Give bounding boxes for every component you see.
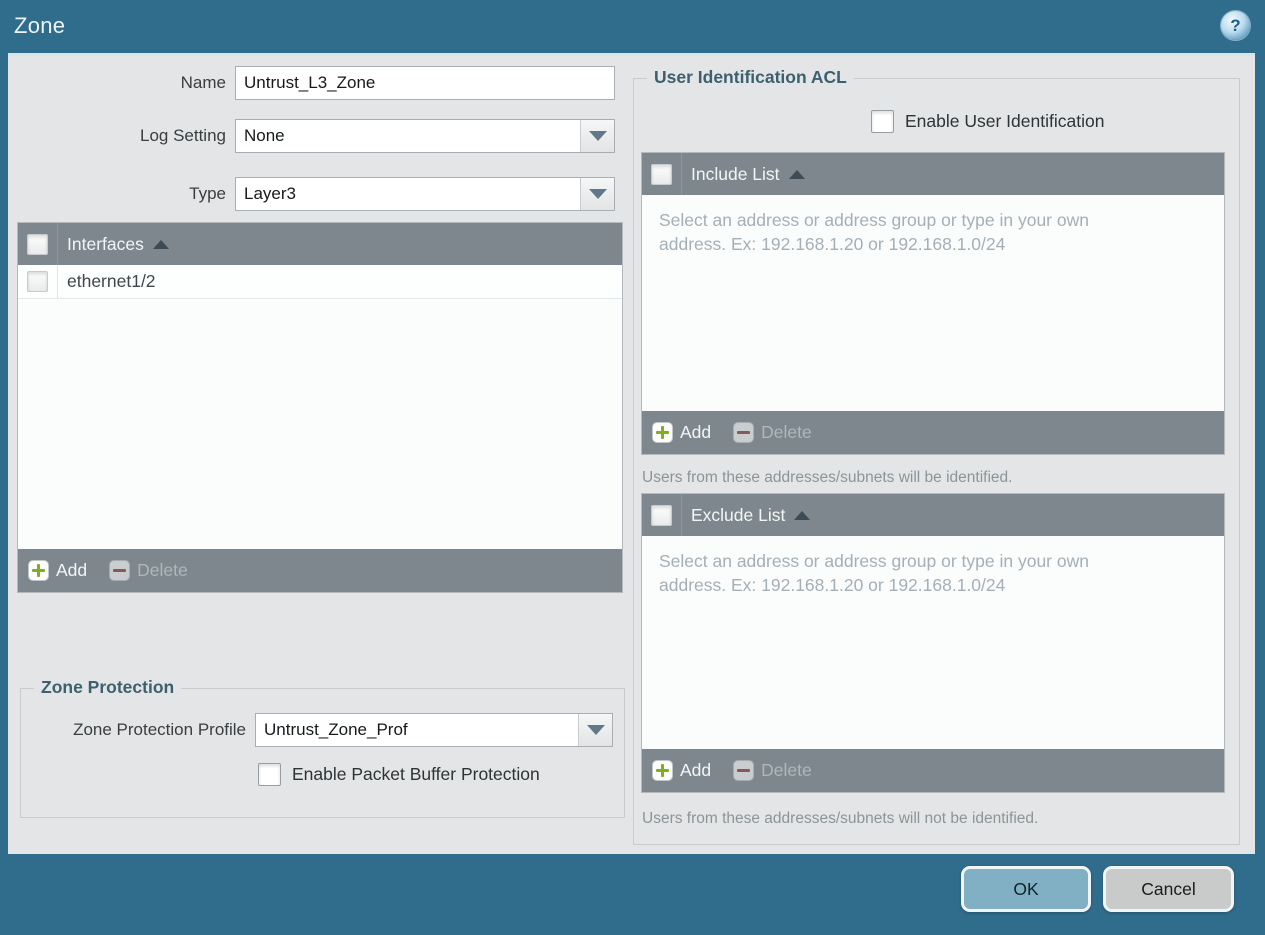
interfaces-table-body: ethernet1/2 xyxy=(18,265,622,549)
user-identification-group: User Identification ACL Enable User Iden… xyxy=(633,67,1240,845)
plus-icon xyxy=(28,560,49,581)
zone-protection-profile-dropdown-button[interactable] xyxy=(578,714,612,746)
packet-buffer-checkbox[interactable] xyxy=(258,763,281,786)
cancel-button[interactable]: Cancel xyxy=(1103,866,1234,912)
log-setting-row: Log Setting None xyxy=(8,119,615,153)
include-select-all-checkbox[interactable] xyxy=(651,163,672,185)
zone-protection-legend: Zone Protection xyxy=(34,677,182,698)
exclude-list-placeholder: Select an address or address group or ty… xyxy=(659,551,1089,596)
include-list-caption: Users from these addresses/subnets will … xyxy=(642,469,1013,486)
interfaces-table: Interfaces ethernet1/2 Add Delete xyxy=(17,222,623,593)
exclude-list-header: Exclude List xyxy=(642,494,1224,536)
zone-dialog: Name Log Setting None Type Layer3 In xyxy=(8,53,1255,854)
plus-icon xyxy=(652,422,673,443)
ok-button[interactable]: OK xyxy=(961,866,1091,912)
sort-asc-icon xyxy=(794,510,811,520)
zone-protection-group: Zone Protection Zone Protection Profile … xyxy=(20,677,625,818)
chevron-down-icon xyxy=(588,131,607,141)
interfaces-select-all-checkbox[interactable] xyxy=(27,233,48,255)
include-list-header: Include List xyxy=(642,153,1224,195)
interface-name: ethernet1/2 xyxy=(67,271,156,291)
interfaces-table-header: Interfaces xyxy=(18,223,622,265)
chevron-down-icon xyxy=(586,725,605,735)
exclude-list-column-header[interactable]: Exclude List xyxy=(682,505,811,526)
include-list-column-header[interactable]: Include List xyxy=(682,164,805,185)
plus-icon xyxy=(652,760,673,781)
user-identification-legend: User Identification ACL xyxy=(647,67,854,88)
chevron-down-icon xyxy=(588,189,607,199)
sort-asc-icon xyxy=(788,169,805,179)
enable-user-identification-label: Enable User Identification xyxy=(905,111,1105,131)
row-checkbox[interactable] xyxy=(27,271,48,292)
sort-asc-icon xyxy=(152,239,169,249)
log-setting-select[interactable]: None xyxy=(235,119,615,153)
table-row[interactable]: ethernet1/2 xyxy=(18,265,622,299)
window-title: Zone xyxy=(14,13,66,38)
packet-buffer-label: Enable Packet Buffer Protection xyxy=(292,764,540,784)
exclude-list-table: Exclude List Select an address or addres… xyxy=(641,493,1225,793)
minus-icon xyxy=(109,560,131,581)
zone-protection-profile-row: Zone Protection Profile Untrust_Zone_Pro… xyxy=(21,713,613,747)
help-icon[interactable]: ? xyxy=(1221,11,1250,40)
add-button[interactable]: Add xyxy=(652,422,711,443)
add-button[interactable]: Add xyxy=(28,560,87,581)
name-row: Name xyxy=(8,66,615,100)
include-list-table: Include List Select an address or addres… xyxy=(641,152,1225,455)
type-dropdown-button[interactable] xyxy=(580,178,614,210)
zone-protection-profile-select[interactable]: Untrust_Zone_Prof xyxy=(255,713,613,747)
interfaces-table-toolbar: Add Delete xyxy=(18,549,622,592)
type-label: Type xyxy=(189,184,226,203)
name-input[interactable] xyxy=(235,66,615,100)
delete-button[interactable]: Delete xyxy=(109,560,188,581)
include-list-placeholder: Select an address or address group or ty… xyxy=(659,210,1089,255)
log-setting-dropdown-button[interactable] xyxy=(580,120,614,152)
minus-icon xyxy=(733,422,755,443)
minus-icon xyxy=(733,760,755,781)
exclude-list-body[interactable]: Select an address or address group or ty… xyxy=(642,536,1224,749)
packet-buffer-row: Enable Packet Buffer Protection xyxy=(258,763,540,786)
type-row: Type Layer3 xyxy=(8,177,615,211)
exclude-list-toolbar: Add Delete xyxy=(642,749,1224,792)
type-value: Layer3 xyxy=(244,184,296,203)
enable-user-identification-row: Enable User Identification xyxy=(871,110,1104,133)
delete-button[interactable]: Delete xyxy=(733,760,812,781)
exclude-list-caption: Users from these addresses/subnets will … xyxy=(642,810,1039,827)
log-setting-value: None xyxy=(244,126,285,145)
type-select[interactable]: Layer3 xyxy=(235,177,615,211)
delete-button[interactable]: Delete xyxy=(733,422,812,443)
include-list-toolbar: Add Delete xyxy=(642,411,1224,454)
include-list-body[interactable]: Select an address or address group or ty… xyxy=(642,195,1224,411)
enable-user-identification-checkbox[interactable] xyxy=(871,110,894,133)
add-button[interactable]: Add xyxy=(652,760,711,781)
zone-protection-profile-label: Zone Protection Profile xyxy=(73,720,246,739)
zone-protection-profile-value: Untrust_Zone_Prof xyxy=(264,720,408,739)
log-setting-label: Log Setting xyxy=(139,126,226,145)
titlebar: Zone ? xyxy=(0,0,1265,53)
exclude-select-all-checkbox[interactable] xyxy=(651,504,672,526)
interfaces-column-header[interactable]: Interfaces xyxy=(58,234,169,255)
name-label: Name xyxy=(180,73,226,92)
